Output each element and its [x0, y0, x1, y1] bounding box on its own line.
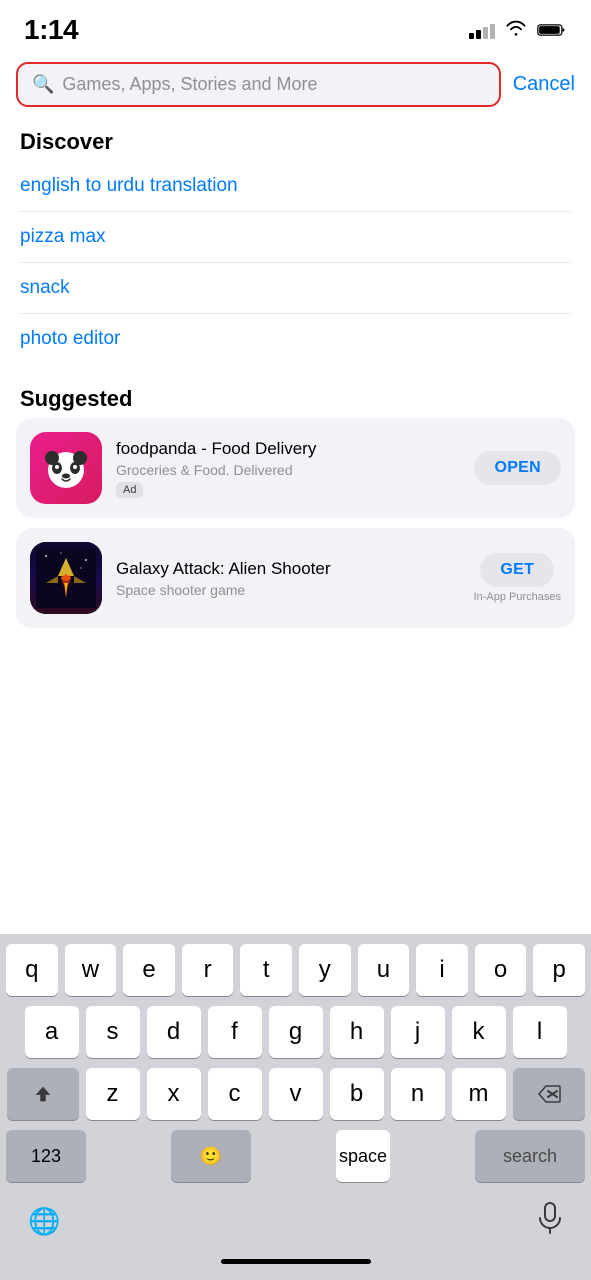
panda-icon	[40, 442, 92, 494]
wifi-icon	[505, 19, 527, 42]
key-e[interactable]: e	[123, 944, 175, 996]
key-v[interactable]: v	[269, 1068, 323, 1120]
key-a[interactable]: a	[25, 1006, 79, 1058]
app-info-foodpanda: foodpanda - Food Delivery Groceries & Fo…	[116, 438, 460, 498]
keyboard-bottom: 🌐	[0, 1194, 591, 1253]
key-g[interactable]: g	[269, 1006, 323, 1058]
delete-key[interactable]	[513, 1068, 585, 1120]
status-time: 1:14	[24, 14, 78, 46]
search-icon: 🔍	[32, 74, 54, 95]
app-desc-galaxy: Space shooter game	[116, 582, 460, 598]
suggested-title: Suggested	[0, 376, 591, 418]
key-r[interactable]: r	[182, 944, 234, 996]
list-item[interactable]: photo editor	[20, 314, 571, 364]
key-row-1: q w e r t y u i o p	[6, 944, 585, 996]
app-action-foodpanda: OPEN	[474, 451, 561, 485]
cancel-button[interactable]: Cancel	[513, 73, 575, 96]
key-z[interactable]: z	[86, 1068, 140, 1120]
app-info-galaxy: Galaxy Attack: Alien Shooter Space shoot…	[116, 558, 460, 598]
battery-icon	[537, 22, 567, 38]
key-q[interactable]: q	[6, 944, 58, 996]
app-icon-foodpanda	[30, 432, 102, 504]
app-badge-foodpanda: Ad	[116, 482, 143, 498]
key-123[interactable]: 123	[6, 1130, 86, 1182]
shift-key[interactable]	[7, 1068, 79, 1120]
key-s[interactable]: s	[86, 1006, 140, 1058]
key-x[interactable]: x	[147, 1068, 201, 1120]
get-button-galaxy[interactable]: GET	[480, 553, 554, 587]
app-name-foodpanda: foodpanda - Food Delivery	[116, 438, 460, 460]
key-f[interactable]: f	[208, 1006, 262, 1058]
key-m[interactable]: m	[452, 1068, 506, 1120]
list-item[interactable]: english to urdu translation	[20, 161, 571, 212]
galaxy-icon-inner	[30, 542, 102, 614]
app-item-foodpanda[interactable]: foodpanda - Food Delivery Groceries & Fo…	[16, 418, 575, 518]
app-desc-foodpanda: Groceries & Food. Delivered	[116, 462, 460, 478]
status-icons	[469, 19, 567, 42]
app-action-galaxy: GET In-App Purchases	[474, 553, 561, 603]
discover-list: english to urdu translation pizza max sn…	[0, 161, 591, 364]
key-o[interactable]: o	[475, 944, 527, 996]
app-item-galaxy[interactable]: Galaxy Attack: Alien Shooter Space shoot…	[16, 528, 575, 628]
microphone-icon[interactable]	[537, 1202, 563, 1241]
status-bar: 1:14	[0, 0, 591, 54]
in-app-text-galaxy: In-App Purchases	[474, 591, 561, 603]
key-y[interactable]: y	[299, 944, 351, 996]
app-list: foodpanda - Food Delivery Groceries & Fo…	[0, 418, 591, 628]
open-button-foodpanda[interactable]: OPEN	[474, 451, 561, 485]
signal-icon	[469, 21, 495, 39]
key-row-2: a s d f g h j k l	[6, 1006, 585, 1058]
app-icon-galaxy	[30, 542, 102, 614]
key-j[interactable]: j	[391, 1006, 445, 1058]
key-t[interactable]: t	[240, 944, 292, 996]
suggested-section: Suggested	[0, 376, 591, 628]
emoji-icon: 🙂	[200, 1146, 222, 1167]
search-input[interactable]: Games, Apps, Stories and More	[62, 74, 484, 95]
key-row-bottom: 123 🙂 space search	[6, 1130, 585, 1182]
key-d[interactable]: d	[147, 1006, 201, 1058]
search-bar-container: 🔍 Games, Apps, Stories and More Cancel	[0, 54, 591, 119]
key-h[interactable]: h	[330, 1006, 384, 1058]
key-emoji[interactable]: 🙂	[171, 1130, 251, 1182]
globe-icon[interactable]: 🌐	[28, 1206, 60, 1237]
key-p[interactable]: p	[533, 944, 585, 996]
search-key[interactable]: search	[475, 1130, 585, 1182]
key-k[interactable]: k	[452, 1006, 506, 1058]
key-i[interactable]: i	[416, 944, 468, 996]
home-bar	[221, 1259, 371, 1264]
key-l[interactable]: l	[513, 1006, 567, 1058]
key-u[interactable]: u	[358, 944, 410, 996]
home-indicator	[0, 1253, 591, 1280]
key-space[interactable]: space	[336, 1130, 390, 1182]
list-item[interactable]: snack	[20, 263, 571, 314]
key-c[interactable]: c	[208, 1068, 262, 1120]
search-input-wrapper[interactable]: 🔍 Games, Apps, Stories and More	[16, 62, 501, 107]
galaxy-game-icon	[36, 548, 96, 608]
discover-title: Discover	[0, 119, 591, 161]
key-w[interactable]: w	[65, 944, 117, 996]
keyboard: q w e r t y u i o p a s d f g h j k l	[0, 934, 591, 1280]
key-n[interactable]: n	[391, 1068, 445, 1120]
key-row-3: z x c v b n m	[6, 1068, 585, 1120]
key-b[interactable]: b	[330, 1068, 384, 1120]
app-name-galaxy: Galaxy Attack: Alien Shooter	[116, 558, 460, 580]
keyboard-rows: q w e r t y u i o p a s d f g h j k l	[0, 934, 591, 1194]
list-item[interactable]: pizza max	[20, 212, 571, 263]
